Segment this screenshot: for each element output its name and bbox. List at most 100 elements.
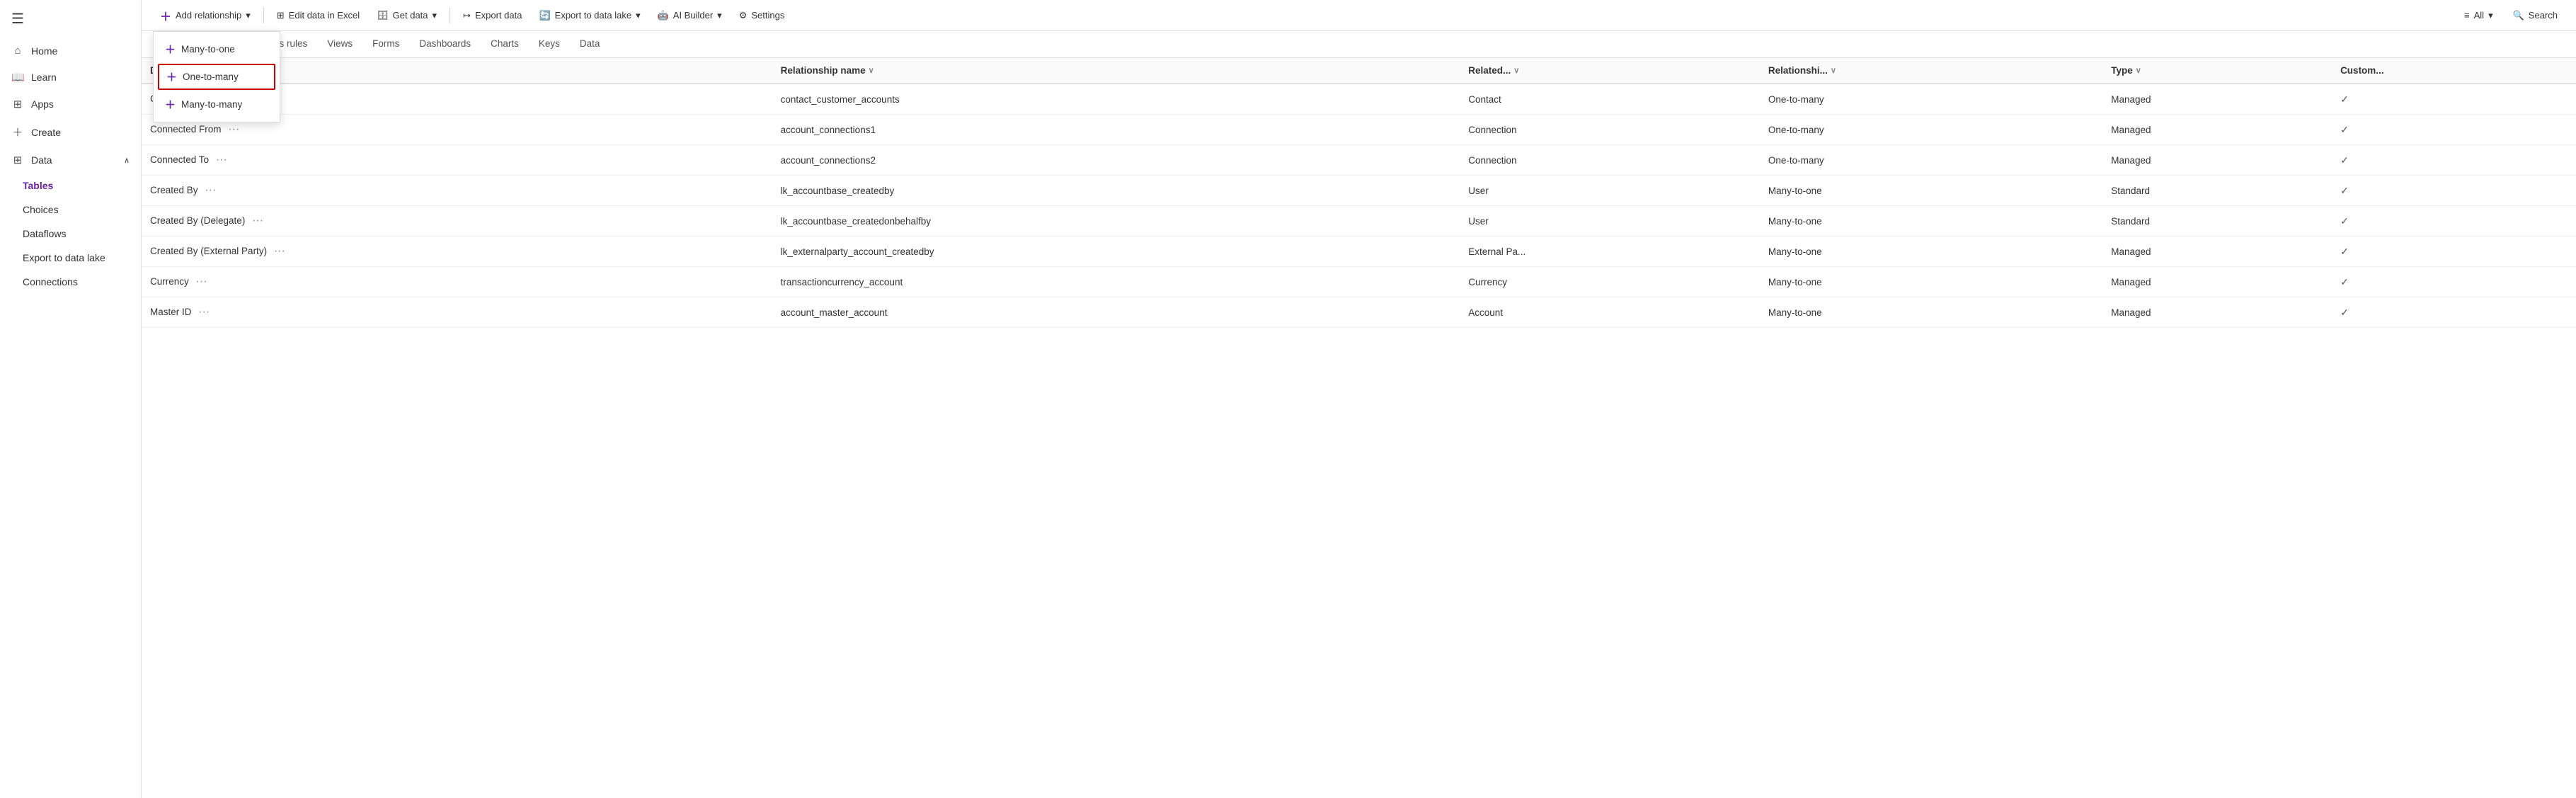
cell-display-name: Currency ··· <box>142 267 772 297</box>
sidebar-item-data[interactable]: ⊞ Data ∧ <box>0 147 141 173</box>
table-row: Currency ··· transactioncurrency_account… <box>142 267 2576 297</box>
row-relationship-name: lk_externalparty_account_createdby <box>781 246 934 257</box>
row-related: Connection <box>1468 125 1516 135</box>
relationship-type-sort-icon: ∨ <box>1831 66 1836 75</box>
tab-data-label: Data <box>580 38 600 49</box>
table-row: Connected To ··· account_connections2 Co… <box>142 145 2576 176</box>
cell-custom: ✓ <box>2332 267 2576 297</box>
row-context-menu-button[interactable]: ··· <box>212 152 231 168</box>
add-relationship-button[interactable]: ＋ Add relationship ▾ <box>153 3 258 28</box>
sidebar-item-create[interactable]: ＋ Create <box>0 118 141 147</box>
row-context-menu-button[interactable]: ··· <box>224 122 244 137</box>
get-data-button[interactable]: 🗄 Get data ▾ <box>370 6 444 25</box>
sidebar-sub-item-connections[interactable]: Connections <box>0 270 141 294</box>
dropdown-item-one-to-many[interactable]: ＋ One-to-many <box>158 64 275 90</box>
export-data-label: Export data <box>475 10 522 21</box>
row-display-name: Currency <box>150 276 189 287</box>
sidebar-export-data-lake-label: Export to data lake <box>23 252 105 263</box>
tab-keys[interactable]: Keys <box>529 31 570 57</box>
table-row: Master ID ··· account_master_account Acc… <box>142 297 2576 328</box>
sidebar-sub-item-tables[interactable]: Tables <box>0 173 141 198</box>
cell-type: Managed <box>2102 267 2332 297</box>
sidebar-header: ☰ <box>0 0 141 38</box>
cell-type: Managed <box>2102 236 2332 267</box>
ai-builder-label: AI Builder <box>673 10 713 21</box>
row-context-menu-button[interactable]: ··· <box>200 183 220 198</box>
hamburger-icon[interactable]: ☰ <box>11 10 24 28</box>
add-relationship-plus-icon: ＋ <box>160 7 171 24</box>
cell-relationship-name: account_master_account <box>772 297 1460 328</box>
col-relationship-name-label: Relationship name <box>781 65 866 76</box>
row-related: User <box>1468 216 1489 227</box>
dropdown-item-many-to-one[interactable]: ＋ Many-to-one <box>154 36 280 62</box>
row-relationship-type: One-to-many <box>1768 125 1824 135</box>
tab-charts[interactable]: Charts <box>481 31 529 57</box>
sidebar-sub-item-choices[interactable]: Choices <box>0 198 141 222</box>
col-related[interactable]: Related... ∨ <box>1460 58 1760 84</box>
create-icon: ＋ <box>11 125 24 139</box>
tab-views[interactable]: Views <box>317 31 362 57</box>
search-button[interactable]: 🔍 Search <box>2506 6 2565 25</box>
row-type: Managed <box>2111 155 2151 166</box>
sidebar-connections-label: Connections <box>23 276 78 287</box>
cell-related: Account <box>1460 297 1760 328</box>
sidebar-apps-label: Apps <box>31 98 54 110</box>
cell-type: Standard <box>2102 176 2332 206</box>
row-display-name: Created By (External Party) <box>150 246 267 256</box>
sidebar-item-apps[interactable]: ⊞ Apps <box>0 91 141 118</box>
cell-relationship-name: lk_accountbase_createdby <box>772 176 1460 206</box>
edit-data-excel-icon: ⊞ <box>277 10 285 21</box>
sidebar-sub-item-export-data-lake[interactable]: Export to data lake <box>0 246 141 270</box>
export-data-lake-icon: 🔄 <box>539 10 550 21</box>
cell-custom: ✓ <box>2332 206 2576 236</box>
cell-relationship-type: Many-to-one <box>1760 176 2102 206</box>
tab-forms[interactable]: Forms <box>362 31 409 57</box>
many-to-many-label: Many-to-many <box>181 99 242 110</box>
sidebar-item-learn[interactable]: 📖 Learn <box>0 64 141 91</box>
cell-type: Standard <box>2102 206 2332 236</box>
settings-label: Settings <box>751 10 784 21</box>
sidebar-create-label: Create <box>31 127 61 138</box>
filter-all-button[interactable]: ≡ All ▾ <box>2457 6 2500 25</box>
settings-button[interactable]: ⚙ Settings <box>732 6 792 25</box>
tab-dashboards[interactable]: Dashboards <box>409 31 481 57</box>
cell-relationship-name: contact_customer_accounts <box>772 84 1460 115</box>
col-relationship-type[interactable]: Relationshi... ∨ <box>1760 58 2102 84</box>
search-icon: 🔍 <box>2513 10 2524 21</box>
table-header-row: Display name ↑ ∨ Relationship name ∨ <box>142 58 2576 84</box>
row-relationship-type: Many-to-one <box>1768 277 1822 287</box>
col-type[interactable]: Type ∨ <box>2102 58 2332 84</box>
filter-chevron-icon: ▾ <box>2488 10 2493 21</box>
export-to-data-lake-button[interactable]: 🔄 Export to data lake ▾ <box>532 6 647 25</box>
sidebar-tables-label: Tables <box>23 180 53 191</box>
row-custom-check-icon: ✓ <box>2340 246 2349 257</box>
export-data-button[interactable]: ↦ Export data <box>456 6 529 25</box>
row-context-menu-button[interactable]: ··· <box>270 244 290 259</box>
sidebar-data-label: Data <box>31 154 52 166</box>
cell-relationship-name: lk_externalparty_account_createdby <box>772 236 1460 267</box>
sidebar-sub-item-dataflows[interactable]: Dataflows <box>0 222 141 246</box>
cell-relationship-name: account_connections1 <box>772 115 1460 145</box>
row-context-menu-button[interactable]: ··· <box>192 274 212 290</box>
sidebar-choices-label: Choices <box>23 204 59 215</box>
row-custom-check-icon: ✓ <box>2340 154 2349 166</box>
cell-relationship-type: Many-to-one <box>1760 267 2102 297</box>
cell-display-name: Created By ··· <box>142 176 772 206</box>
get-data-label: Get data <box>393 10 428 21</box>
edit-data-excel-button[interactable]: ⊞ Edit data in Excel <box>270 6 367 25</box>
row-context-menu-button[interactable]: ··· <box>248 213 268 229</box>
col-relationship-name[interactable]: Relationship name ∨ <box>772 58 1460 84</box>
tab-data[interactable]: Data <box>570 31 610 57</box>
row-context-menu-button[interactable]: ··· <box>194 304 214 320</box>
relationships-table: Display name ↑ ∨ Relationship name ∨ <box>142 58 2576 328</box>
sidebar-item-home[interactable]: ⌂ Home <box>0 38 141 64</box>
row-related: Currency <box>1468 277 1507 287</box>
dropdown-item-many-to-many[interactable]: ＋ Many-to-many <box>154 91 280 118</box>
relationships-table-container: Display name ↑ ∨ Relationship name ∨ <box>142 58 2576 798</box>
cell-custom: ✓ <box>2332 115 2576 145</box>
cell-display-name: Created By (External Party) ··· <box>142 236 772 267</box>
sidebar-learn-label: Learn <box>31 72 57 83</box>
ai-builder-button[interactable]: 🤖 AI Builder ▾ <box>651 6 729 25</box>
one-to-many-plus-icon: ＋ <box>166 69 177 84</box>
table-row: Created By ··· lk_accountbase_createdby … <box>142 176 2576 206</box>
